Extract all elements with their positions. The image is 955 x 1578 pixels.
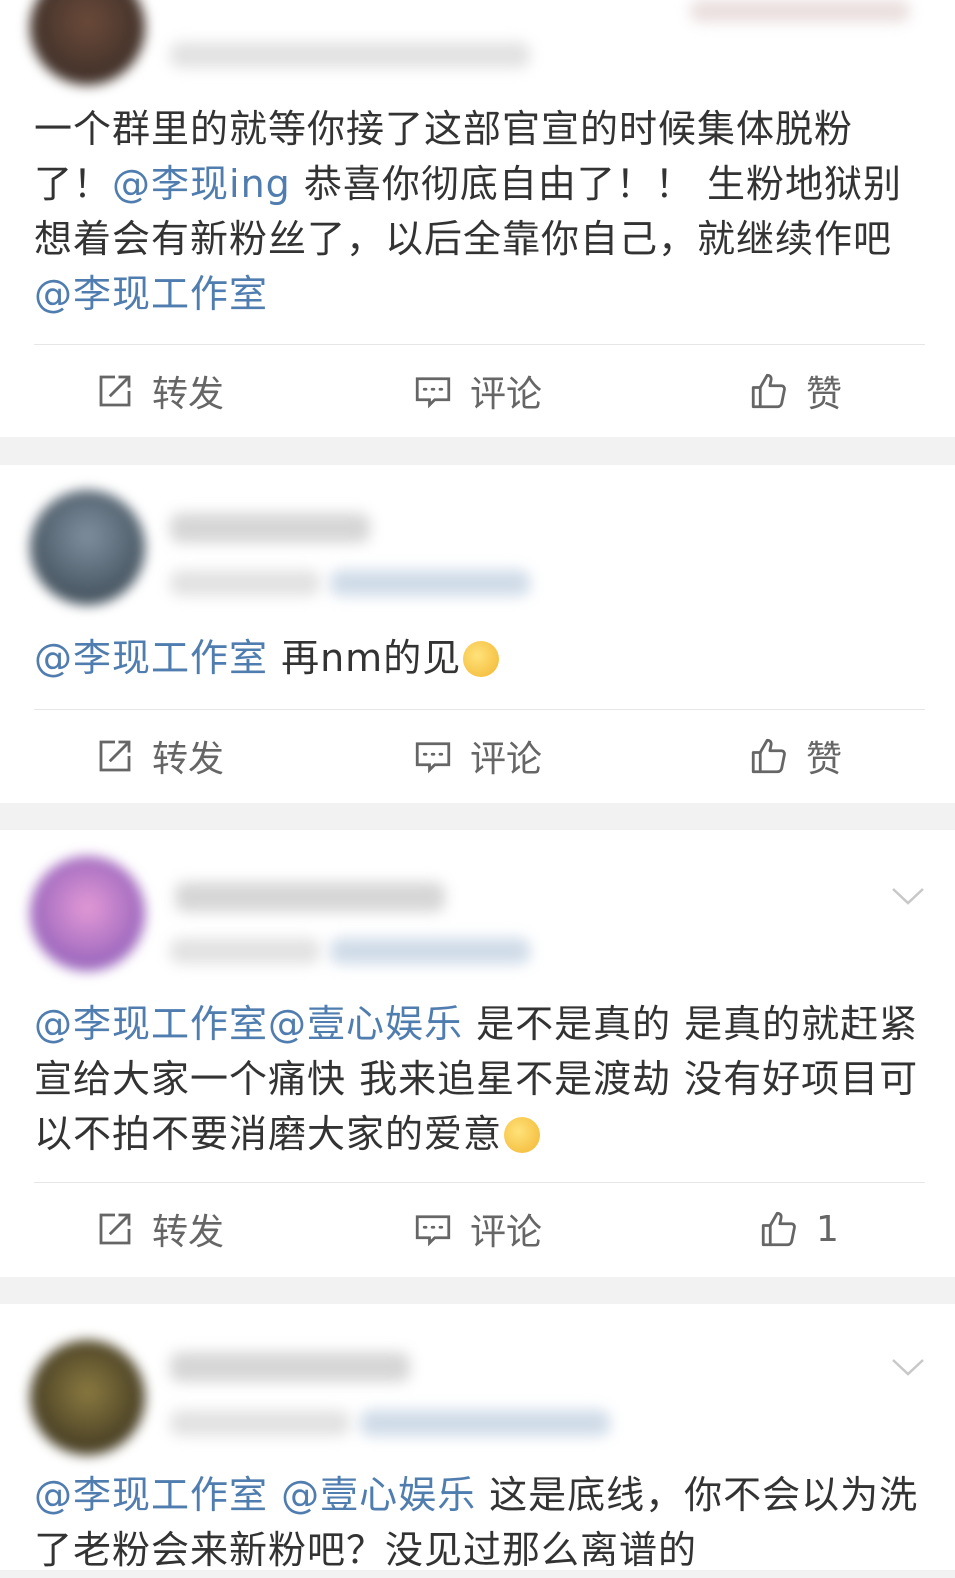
repost-icon: [99, 740, 131, 772]
like-button[interactable]: 1: [758, 1183, 839, 1275]
mention-link[interactable]: @李现工作室@壹心娱乐: [34, 1002, 463, 1046]
mention-link[interactable]: @李现工作室 @壹心娱乐: [34, 1473, 476, 1517]
post-meta-blurred: [170, 42, 530, 68]
chevron-down-icon[interactable]: [891, 1357, 925, 1377]
comment-icon: [415, 1215, 451, 1247]
post-card: @李现工作室@壹心娱乐 是不是真的 是真的就赶紧宣给大家一个痛快 我来追星不是渡…: [0, 830, 955, 1277]
thumbs-up-icon: [751, 373, 786, 409]
post-text-segment: 再nm的见: [268, 636, 462, 680]
comment-label: 评论: [470, 374, 543, 415]
repost-label: 转发: [152, 739, 225, 780]
comment-button[interactable]: 评论: [412, 345, 542, 437]
thumbs-up-icon: [751, 738, 786, 774]
comment-icon: [415, 742, 451, 774]
post-text: 一个群里的就等你接了这部官宣的时候集体脱粉了！@李现ing 恭喜你彻底自由了！！…: [34, 102, 929, 322]
thinking-emoji: [463, 641, 500, 677]
like-button[interactable]: 赞: [748, 710, 842, 802]
like-label: 赞: [806, 374, 843, 415]
post-source-blurred: [360, 1410, 610, 1436]
mention-link[interactable]: @李现工作室: [34, 636, 268, 680]
post-meta-blurred: [170, 938, 320, 964]
avatar[interactable]: [30, 490, 145, 605]
relieved-emoji: [504, 1117, 541, 1153]
like-count: 1: [816, 1208, 839, 1250]
repost-button[interactable]: 转发: [94, 1183, 224, 1275]
repost-button[interactable]: 转发: [94, 710, 224, 802]
thumbs-up-icon: [761, 1211, 796, 1247]
post-meta-blurred: [170, 1410, 350, 1436]
username-blurred: [170, 1352, 410, 1382]
comment-label: 评论: [470, 739, 543, 780]
username-blurred: [690, 0, 910, 22]
comment-icon: [415, 377, 451, 409]
avatar[interactable]: [30, 0, 145, 85]
action-bar: 转发 评论 赞: [0, 345, 955, 437]
post-card: @李现工作室 再nm的见 转发 评论 赞: [0, 465, 955, 803]
repost-label: 转发: [152, 1212, 225, 1253]
avatar[interactable]: [30, 1340, 145, 1455]
post-text: @李现工作室 再nm的见: [34, 631, 929, 686]
post-card: @李现工作室 @壹心娱乐 这是底线，你不会以为洗了老粉会来新粉吧？没见过那么离谱…: [0, 1304, 955, 1572]
like-button[interactable]: 赞: [748, 345, 842, 437]
comment-label: 评论: [470, 1212, 543, 1253]
action-bar: 转发 评论 1: [0, 1183, 955, 1275]
action-bar: 转发 评论 赞: [0, 710, 955, 802]
post-source-blurred: [330, 570, 530, 596]
repost-button[interactable]: 转发: [94, 345, 224, 437]
chevron-down-icon[interactable]: [891, 886, 925, 906]
like-label: 赞: [806, 739, 843, 780]
repost-icon: [99, 1213, 131, 1245]
repost-label: 转发: [152, 374, 225, 415]
mention-link[interactable]: @李现ing: [112, 162, 291, 206]
post-text: @李现工作室 @壹心娱乐 这是底线，你不会以为洗了老粉会来新粉吧？没见过那么离谱…: [34, 1468, 929, 1578]
post-card: 一个群里的就等你接了这部官宣的时候集体脱粉了！@李现ing 恭喜你彻底自由了！！…: [0, 0, 955, 437]
post-text: @李现工作室@壹心娱乐 是不是真的 是真的就赶紧宣给大家一个痛快 我来追星不是渡…: [34, 997, 929, 1162]
post-source-blurred: [330, 938, 530, 964]
username-blurred: [175, 882, 445, 912]
comment-button[interactable]: 评论: [412, 710, 542, 802]
mention-link[interactable]: @李现工作室: [34, 272, 268, 316]
post-meta-blurred: [170, 570, 320, 596]
avatar[interactable]: [30, 856, 145, 971]
comment-button[interactable]: 评论: [412, 1183, 542, 1275]
repost-icon: [99, 375, 131, 407]
username-blurred: [170, 513, 370, 543]
